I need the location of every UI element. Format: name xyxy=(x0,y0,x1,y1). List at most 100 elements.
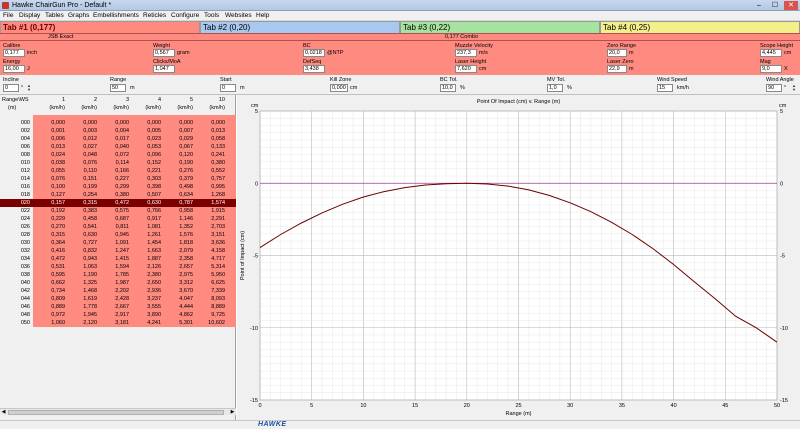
table-cell: 2,380 xyxy=(147,272,161,278)
table-cell: 0,889 xyxy=(51,304,65,310)
scroll-left-icon[interactable]: ◀ xyxy=(0,409,7,416)
table-cell: 3,151 xyxy=(211,232,225,238)
range-field[interactable]: 50 xyxy=(110,84,126,92)
tab-3[interactable]: Tab #3 (0,22) xyxy=(400,21,600,33)
table-row[interactable]: 032 0,416 0,832 1,247 1,663 2,079 4,158 xyxy=(0,247,236,255)
minimize-button[interactable]: – xyxy=(752,1,766,10)
menu-tools[interactable]: Tools xyxy=(204,12,219,20)
table-cell: 0,120 xyxy=(179,152,193,158)
laser-zero-field[interactable]: 22,9 xyxy=(607,65,627,73)
table-cell: 0,958 xyxy=(179,208,193,214)
table-cell: 0,507 xyxy=(147,192,161,198)
table-row[interactable]: 010 0,038 0,076 0,114 0,152 0,190 0,380 xyxy=(0,159,236,167)
table-row[interactable]: 022 0,192 0,383 0,575 0,766 0,958 1,915 xyxy=(0,207,236,215)
table-row[interactable]: 020 0,157 0,315 0,472 0,630 0,787 1,574 xyxy=(0,199,236,207)
wind-speed-field[interactable]: 15 xyxy=(657,84,673,92)
tab-1[interactable]: Tab #1 (0,177) xyxy=(0,21,200,33)
start-field[interactable]: 0 xyxy=(220,84,236,92)
wind-angle-field[interactable]: 90 xyxy=(766,84,782,92)
table-cell: 0,133 xyxy=(211,144,225,150)
table-cell: 0,811 xyxy=(115,224,129,230)
table-cell: 0,072 xyxy=(115,152,129,158)
bc-tol-label: BC Tol. xyxy=(440,77,458,83)
scope-height-field[interactable]: 4,445 xyxy=(760,49,782,57)
menu-display[interactable]: Display xyxy=(19,12,40,20)
table-cell: 0,027 xyxy=(83,144,97,150)
menu-help[interactable]: Help xyxy=(256,12,269,20)
x-tick-label: 45 xyxy=(722,403,728,409)
menu-reticles[interactable]: Reticles xyxy=(143,12,166,20)
menu-websites[interactable]: Websites xyxy=(225,12,252,20)
menu-graphs[interactable]: Graphs xyxy=(68,12,89,20)
defseq-field[interactable]: 3,438 xyxy=(303,65,325,73)
table-cell: 0,383 xyxy=(83,208,97,214)
table-cell: 1,415 xyxy=(115,256,129,262)
table-row[interactable]: 004 0,006 0,012 0,017 0,023 0,029 0,058 xyxy=(0,135,236,143)
zero-range-field[interactable]: 20,0 xyxy=(607,49,627,57)
table-horizontal-scrollbar[interactable]: ◀ ▶ xyxy=(0,408,236,415)
scroll-thumb[interactable] xyxy=(8,410,224,415)
weight-field[interactable]: 0,567 xyxy=(153,49,175,57)
incline-spinner[interactable]: ▲ ▼ xyxy=(27,84,31,92)
wind-angle-spinner[interactable]: ▲ ▼ xyxy=(792,84,796,92)
menu-file[interactable]: File xyxy=(3,12,13,20)
row-range: 040 xyxy=(20,280,30,286)
laser-height-unit: cm xyxy=(479,66,487,72)
table-cell: 0,727 xyxy=(83,240,97,246)
menu-configure[interactable]: Configure xyxy=(171,12,199,20)
table-row[interactable]: 002 0,001 0,003 0,004 0,005 0,007 0,013 xyxy=(0,127,236,135)
calibre-field[interactable]: 0,177 xyxy=(3,49,25,57)
start-label: Start xyxy=(220,77,232,83)
table-cell: 0,364 xyxy=(51,240,65,246)
table-cell: 5,314 xyxy=(211,264,225,270)
mv-tol-field[interactable]: 1,0 xyxy=(547,84,563,92)
close-button[interactable]: ✕ xyxy=(784,1,798,10)
tab-4[interactable]: Tab #4 (0,25) xyxy=(600,21,800,33)
table-row[interactable]: 042 0,734 1,468 2,202 2,936 3,670 7,339 xyxy=(0,287,236,295)
header-unit-1: (km/h) xyxy=(49,105,65,111)
table-row[interactable]: 034 0,472 0,943 1,415 1,887 2,358 4,717 xyxy=(0,255,236,263)
table-cell: 4,241 xyxy=(147,320,161,326)
table-row[interactable]: 040 0,662 1,325 1,987 2,650 3,312 6,625 xyxy=(0,279,236,287)
row-range: 032 xyxy=(20,248,30,254)
mag-unit: X xyxy=(784,66,788,72)
table-cell: 2,650 xyxy=(147,280,161,286)
table-row[interactable]: 008 0,024 0,048 0,072 0,096 0,120 0,241 xyxy=(0,151,236,159)
kill-zone-field[interactable]: 0,000 xyxy=(330,84,348,92)
menu-embellishments[interactable]: Embellishments xyxy=(93,12,139,20)
muzzle-velocity-field[interactable]: 237,3 xyxy=(455,49,477,57)
table-row[interactable]: 024 0,229 0,458 0,687 0,917 1,146 2,291 xyxy=(0,215,236,223)
menu-tables[interactable]: Tables xyxy=(45,12,64,20)
table-cell: 1,778 xyxy=(83,304,97,310)
bc-field[interactable]: 0,0218 xyxy=(303,49,325,57)
table-row[interactable]: 006 0,013 0,027 0,040 0,053 0,067 0,133 xyxy=(0,143,236,151)
header-ws-5: 5 xyxy=(189,97,193,103)
table-row[interactable]: 018 0,127 0,254 0,380 0,507 0,634 1,268 xyxy=(0,191,236,199)
table-row[interactable]: 026 0,270 0,541 0,811 1,081 1,352 2,703 xyxy=(0,223,236,231)
table-row[interactable]: 030 0,364 0,727 1,091 1,454 1,818 3,636 xyxy=(0,239,236,247)
table-row[interactable]: 000 0,000 0,000 0,000 0,000 0,000 0,000 xyxy=(0,119,236,127)
table-row[interactable]: 038 0,595 1,190 1,785 2,380 2,975 5,950 xyxy=(0,271,236,279)
table-cell: 0,127 xyxy=(51,192,65,198)
clicks-moa-field[interactable]: 1,047 xyxy=(153,65,175,73)
table-cell: 0,787 xyxy=(179,200,193,206)
tab-2[interactable]: Tab #2 (0,20) xyxy=(200,21,400,33)
table-row[interactable]: 050 1,060 2,120 3,181 4,241 5,301 10,602 xyxy=(0,319,236,327)
energy-field[interactable]: 16,00 xyxy=(3,65,25,73)
laser-height-field[interactable]: 7,620 xyxy=(455,65,477,73)
table-row[interactable]: 014 0,076 0,151 0,227 0,303 0,379 0,757 xyxy=(0,175,236,183)
poi-chart: 0 5 10 15 20 25 30 35 40 45 505 50 0-5 -5-10 -10-15 -15… xyxy=(240,99,788,417)
table-row[interactable]: 028 0,315 0,630 0,945 1,261 1,576 3,151 xyxy=(0,231,236,239)
incline-field[interactable]: 0 xyxy=(3,84,19,92)
table-row[interactable]: 036 0,531 1,063 1,594 2,126 2,657 5,314 xyxy=(0,263,236,271)
table-row[interactable]: 016 0,100 0,199 0,299 0,398 0,498 0,995 xyxy=(0,183,236,191)
table-row[interactable]: 044 0,809 1,619 2,428 3,237 4,047 8,093 xyxy=(0,295,236,303)
pellet-strip: JSB Exact 0,177 Combo xyxy=(0,33,800,41)
scroll-right-icon[interactable]: ▶ xyxy=(229,409,236,416)
bc-tol-field[interactable]: 10,0 xyxy=(440,84,456,92)
maximize-button[interactable]: ☐ xyxy=(768,1,782,10)
table-row[interactable]: 048 0,972 1,945 2,917 3,890 4,862 9,725 xyxy=(0,311,236,319)
mag-field[interactable]: 9,0 xyxy=(760,65,782,73)
table-row[interactable]: 046 0,889 1,778 2,667 3,555 4,444 8,889 xyxy=(0,303,236,311)
table-row[interactable]: 012 0,055 0,110 0,166 0,221 0,276 0,552 xyxy=(0,167,236,175)
